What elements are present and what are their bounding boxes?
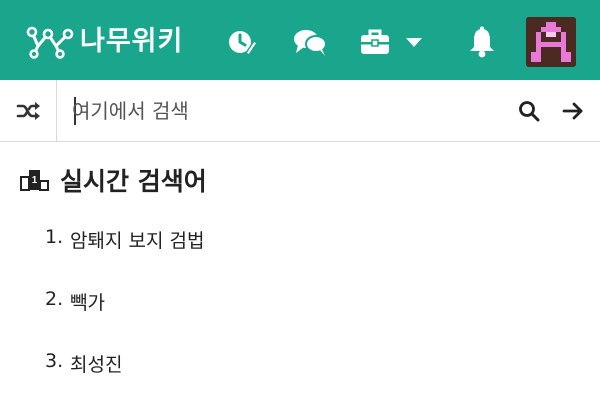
live-search-header: 1 실시간 검색어 bbox=[20, 162, 207, 198]
search-bar bbox=[0, 80, 600, 142]
site-logo-text: 나무위키 bbox=[80, 26, 184, 57]
search-button[interactable] bbox=[512, 92, 546, 130]
speech-bubbles-icon bbox=[294, 30, 327, 56]
caret-down-icon bbox=[406, 38, 422, 47]
discussion-button[interactable] bbox=[288, 20, 332, 64]
go-button[interactable] bbox=[556, 92, 590, 130]
rank-keyword-link[interactable]: 암퇘지 보지 검법 bbox=[70, 226, 204, 253]
rank-number: 3. bbox=[45, 350, 64, 372]
live-search-item[interactable]: 3. 최성진 bbox=[45, 350, 565, 412]
podium-first-place-number: 1 bbox=[32, 175, 38, 186]
recent-changes-button[interactable] bbox=[222, 20, 262, 64]
rank-number: 2. bbox=[45, 288, 64, 310]
toolbox-icon bbox=[361, 29, 389, 54]
user-avatar[interactable] bbox=[526, 17, 576, 67]
podium-icon: 1 bbox=[20, 170, 49, 191]
compass-pencil-icon bbox=[229, 31, 257, 57]
arrow-right-icon bbox=[562, 102, 583, 120]
rank-number: 1. bbox=[45, 226, 64, 248]
rank-keyword-link[interactable]: 최성진 bbox=[70, 350, 122, 377]
search-input[interactable] bbox=[72, 94, 492, 128]
site-logo[interactable]: 나무위키 bbox=[24, 22, 183, 62]
rank-keyword-link[interactable]: 빽가 bbox=[70, 288, 105, 315]
live-search-title: 실시간 검색어 bbox=[60, 167, 207, 196]
notifications-button[interactable] bbox=[462, 20, 502, 64]
namuwiki-logo-mark-icon bbox=[26, 26, 74, 59]
magnifier-icon bbox=[519, 101, 540, 122]
shuffle-icon bbox=[16, 101, 40, 120]
live-search-item[interactable]: 2. 빽가 bbox=[45, 288, 565, 350]
random-document-button[interactable] bbox=[0, 80, 57, 141]
tools-dropdown-button[interactable] bbox=[356, 20, 426, 64]
bell-icon bbox=[470, 26, 494, 58]
live-search-list: 1. 암퇘지 보지 검법 2. 빽가 3. 최성진 bbox=[45, 226, 565, 412]
pixel-avatar-icon bbox=[526, 17, 576, 67]
live-search-item[interactable]: 1. 암퇘지 보지 검법 bbox=[45, 226, 565, 288]
top-navbar: 나무위키 bbox=[0, 0, 600, 80]
